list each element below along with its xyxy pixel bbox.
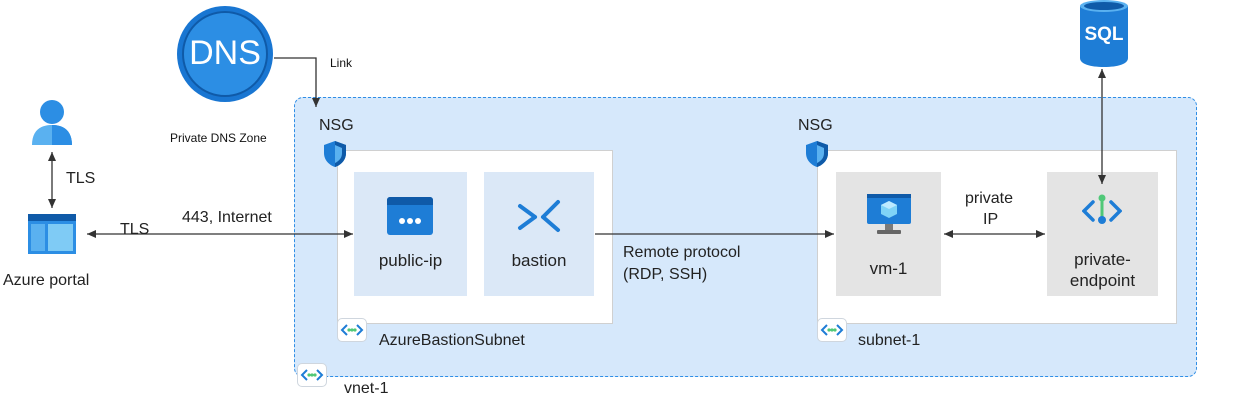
user-icon [32, 100, 72, 145]
remote-protocol-label-line2: (RDP, SSH) [623, 266, 708, 283]
remote-protocol-label-line1: Remote protocol [623, 244, 741, 261]
sql-database[interactable]: SQL [1078, 0, 1130, 68]
user-tls-label: TLS [66, 170, 96, 187]
dns-icon-text: DNS [189, 34, 261, 72]
dns-link-label: Link [330, 56, 353, 70]
private-dns-zone[interactable]: DNS [176, 5, 274, 103]
sql-icon-text: SQL [1084, 24, 1124, 45]
internet-connection-label: 443, Internet [182, 209, 272, 226]
portal-tls-label: TLS [120, 221, 150, 238]
private-ip-label-line1: private [965, 190, 1014, 207]
azure-portal-label[interactable]: Azure portal [3, 272, 89, 290]
azure-portal-icon [28, 214, 76, 254]
private-ip-label-line2: IP [983, 211, 999, 228]
dns-zone-label: Private DNS Zone [170, 131, 267, 145]
dns-link-line [274, 57, 320, 107]
